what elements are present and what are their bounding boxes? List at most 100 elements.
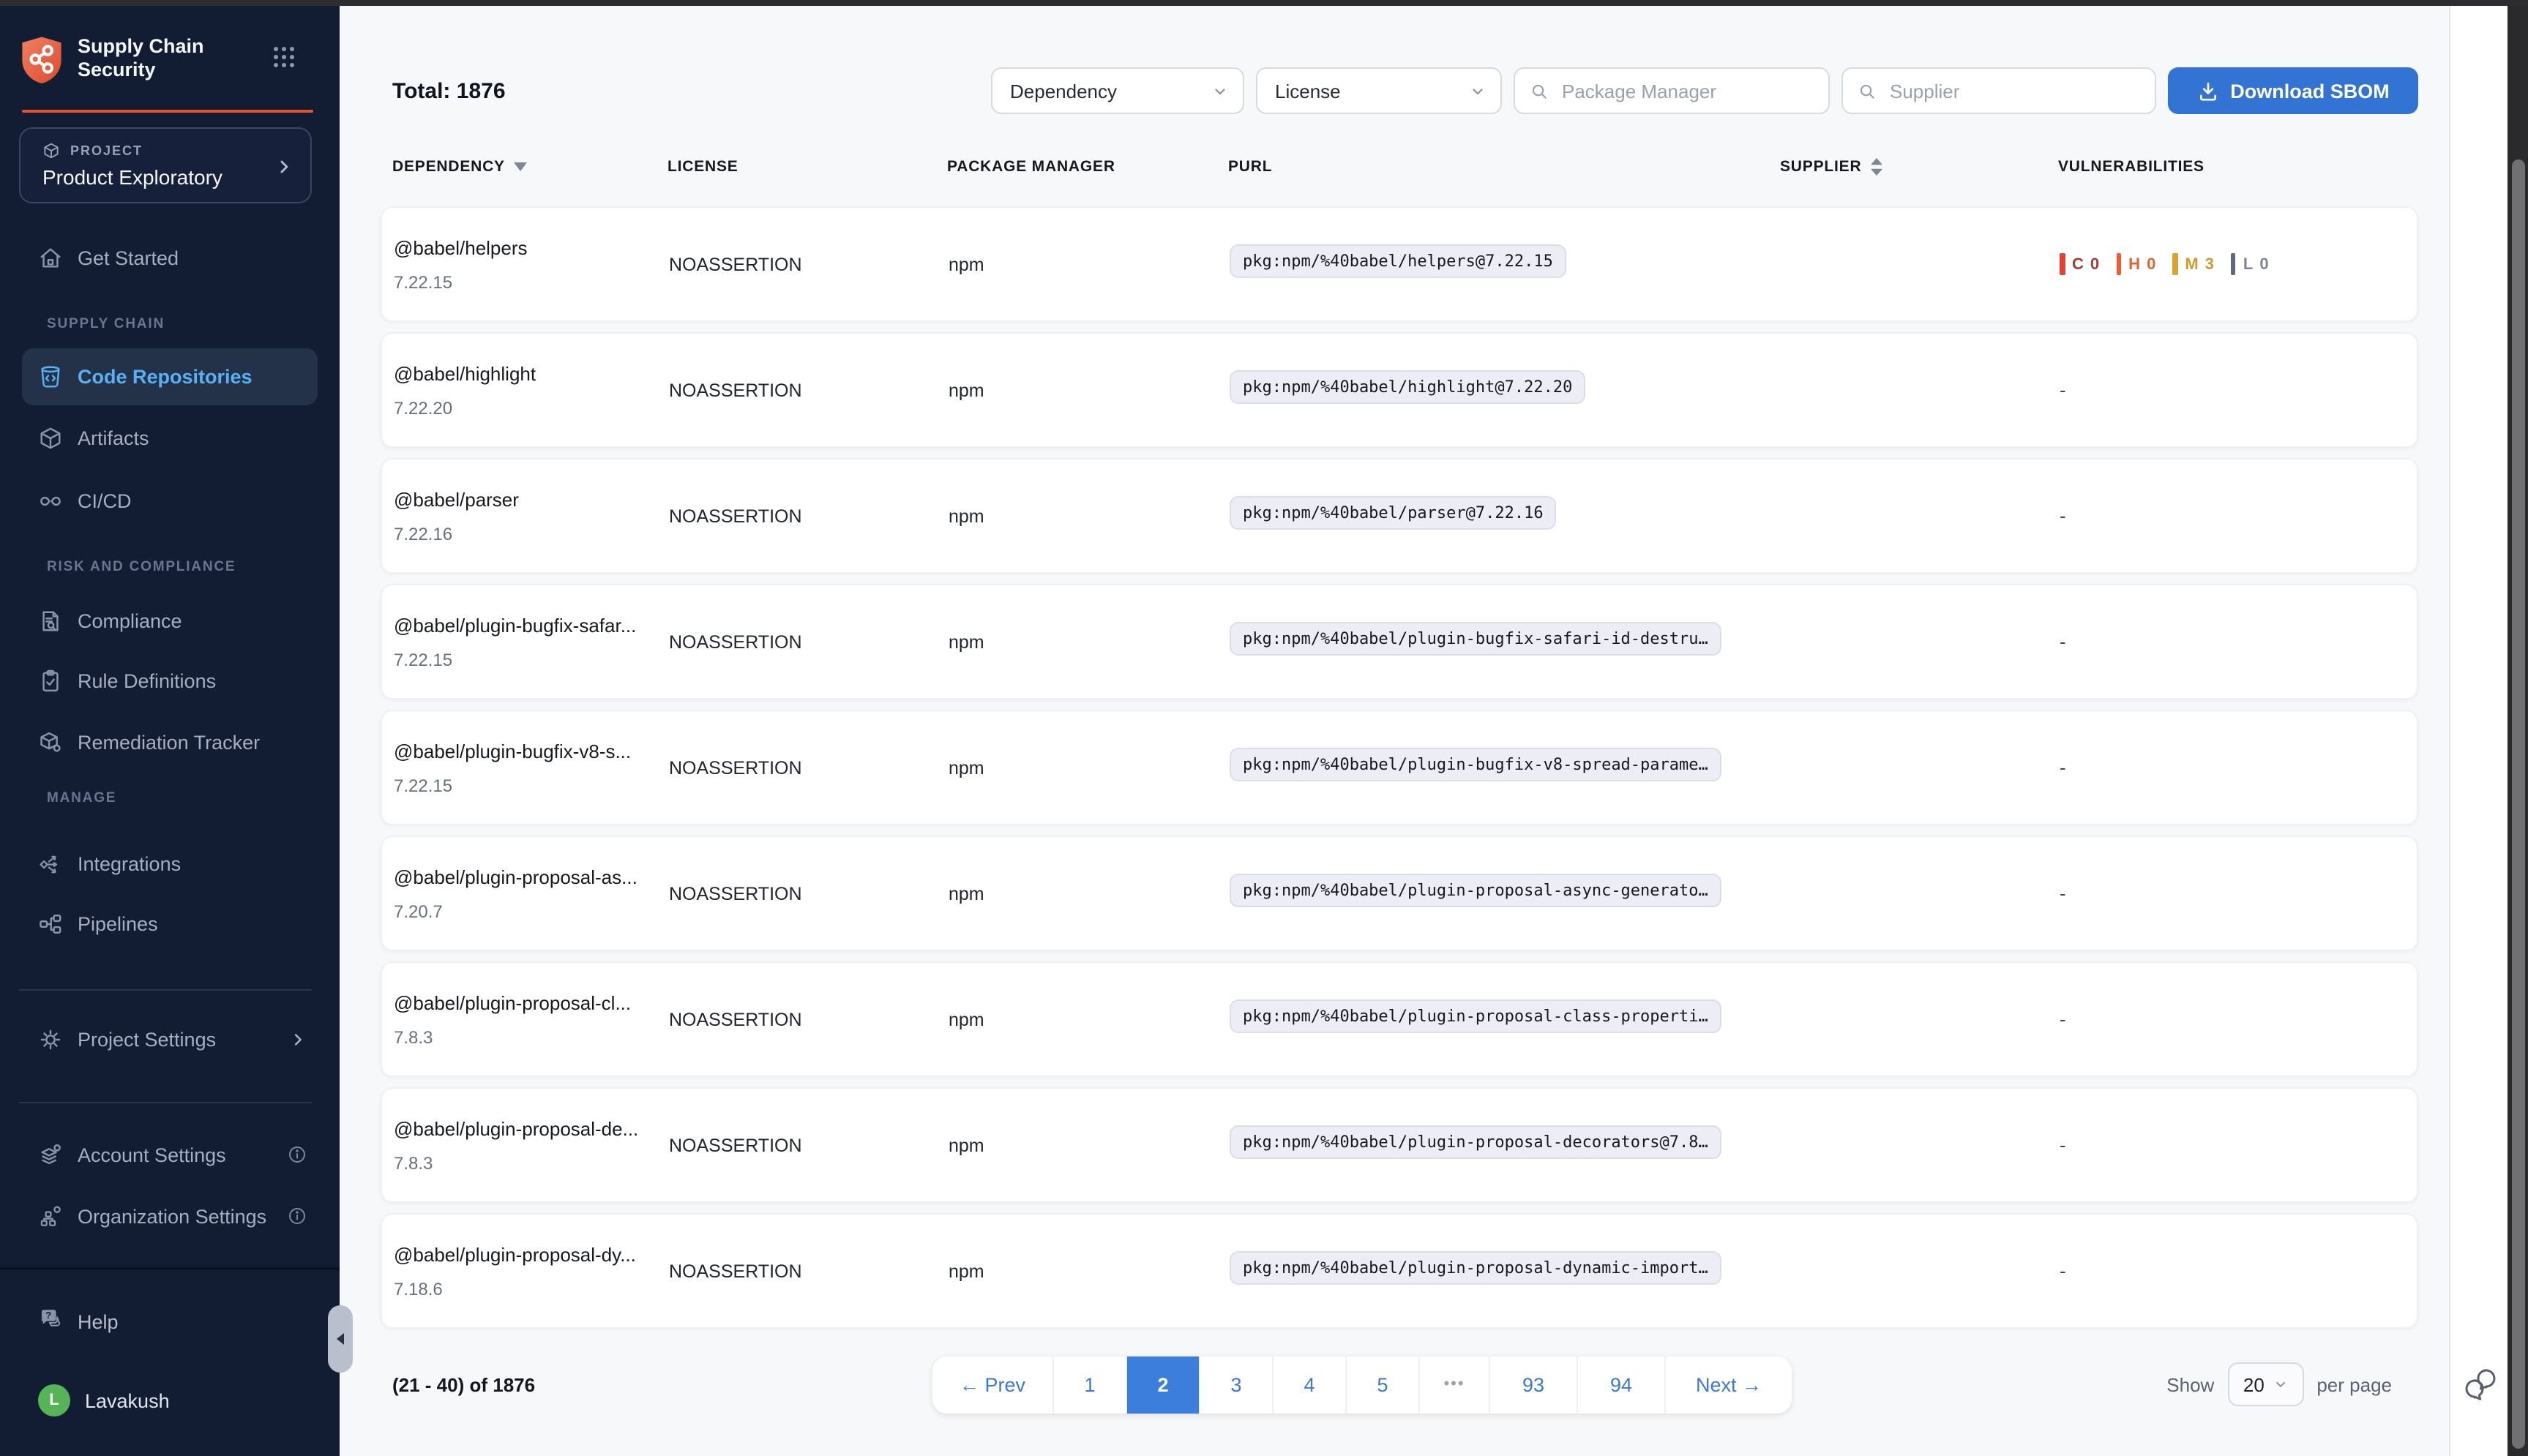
info-icon[interactable]	[287, 1144, 307, 1165]
project-selector[interactable]: PROJECT Product Exploratory	[19, 127, 312, 203]
sidebar-footer: ? Help L Lavakush	[0, 1267, 340, 1456]
column-header-package-manager: PACKAGE MANAGER	[947, 158, 1228, 176]
right-gutter	[2449, 6, 2508, 1456]
purl-chip: pkg:npm/%40babel/plugin-proposal-dynamic…	[1230, 1250, 1721, 1284]
license-value: NOASSERTION	[669, 631, 949, 652]
page-4-button[interactable]: 4	[1274, 1356, 1347, 1414]
vulnerabilities-cell: -	[2060, 880, 2417, 907]
project-box-icon	[42, 142, 60, 160]
table-row[interactable]: @babel/plugin-proposal-as... 7.20.7 NOAS…	[381, 836, 2418, 951]
page-93-button[interactable]: 93	[1490, 1356, 1578, 1414]
window-top-edge	[0, 0, 2528, 6]
chat-launcher-icon[interactable]	[2461, 1367, 2497, 1409]
page-3-button[interactable]: 3	[1200, 1356, 1274, 1414]
sidebar-item-artifacts[interactable]: Artifacts	[38, 417, 307, 458]
sidebar-item-project-settings[interactable]: Project Settings	[38, 1018, 307, 1059]
sidebar-item-cicd[interactable]: CI/CD	[38, 480, 307, 521]
sidebar-item-rule-definitions[interactable]: Rule Definitions	[38, 660, 307, 701]
org-chart-gear-icon	[38, 1204, 63, 1228]
chevron-down-icon	[1212, 83, 1228, 99]
table-row[interactable]: @babel/plugin-proposal-dy... 7.18.6 NOAS…	[381, 1213, 2418, 1329]
dependency-version: 7.20.7	[394, 901, 669, 921]
chevron-down-icon	[2273, 1377, 2288, 1392]
sidebar-item-get-started[interactable]: Get Started	[38, 237, 307, 278]
table-row[interactable]: @babel/helpers 7.22.15 NOASSERTION npm p…	[381, 206, 2418, 322]
vulnerabilities-empty: -	[2060, 378, 2066, 400]
chevron-down-icon	[1470, 83, 1486, 99]
package-manager-value: npm	[949, 883, 1230, 904]
column-header-supplier[interactable]: SUPPLIER	[1780, 158, 2058, 176]
sidebar-item-label: Integrations	[78, 852, 181, 874]
integrations-icon	[38, 851, 63, 876]
sidebar-item-remediation-tracker[interactable]: Remediation Tracker	[38, 721, 307, 762]
sort-desc-icon	[514, 162, 527, 171]
page-94-button[interactable]: 94	[1578, 1356, 1666, 1414]
high-bar	[2116, 253, 2121, 275]
info-icon[interactable]	[287, 1206, 307, 1226]
table-row[interactable]: @babel/highlight 7.22.20 NOASSERTION npm…	[381, 332, 2418, 448]
table-row[interactable]: @babel/plugin-bugfix-safar... 7.22.15 NO…	[381, 584, 2418, 699]
dependency-name: @babel/plugin-bugfix-safar...	[394, 614, 669, 636]
sidebar-item-pipelines[interactable]: Pipelines	[38, 903, 307, 944]
critical-bar	[2060, 253, 2065, 275]
sidebar-item-account-settings[interactable]: Account Settings	[38, 1134, 307, 1175]
dependency-filter-select[interactable]: Dependency	[991, 67, 1244, 114]
project-label: PROJECT	[70, 143, 143, 158]
sidebar-collapse-handle[interactable]	[328, 1305, 353, 1373]
sidebar-item-compliance[interactable]: Compliance	[38, 600, 307, 641]
sidebar-item-integrations[interactable]: Integrations	[38, 843, 307, 884]
page-5-button[interactable]: 5	[1347, 1356, 1420, 1414]
page-2-button[interactable]: 2	[1127, 1356, 1200, 1414]
table-row[interactable]: @babel/parser 7.22.16 NOASSERTION npm pk…	[381, 458, 2418, 574]
chevron-right-icon	[274, 157, 294, 177]
table-row[interactable]: @babel/plugin-bugfix-v8-s... 7.22.15 NOA…	[381, 710, 2418, 825]
scrollbar-thumb[interactable]	[2511, 160, 2524, 1449]
vulnerabilities-cell: -	[2060, 754, 2417, 781]
dependency-version: 7.8.3	[394, 1152, 669, 1173]
sidebar-item-code-repositories[interactable]: Code Repositories	[22, 348, 318, 405]
table-row[interactable]: @babel/plugin-proposal-cl... 7.8.3 NOASS…	[381, 961, 2418, 1077]
sidebar-item-organization-settings[interactable]: Organization Settings	[38, 1196, 307, 1237]
page-prev-button[interactable]: ← Prev	[932, 1356, 1054, 1414]
license-value: NOASSERTION	[669, 1009, 949, 1029]
vulnerabilities-empty: -	[2060, 630, 2066, 652]
avatar: L	[38, 1384, 70, 1416]
download-sbom-button[interactable]: Download SBOM	[2168, 67, 2418, 114]
column-header-license: LICENSE	[667, 158, 947, 176]
license-value: NOASSERTION	[669, 757, 949, 778]
dependency-filter-label: Dependency	[1010, 80, 1117, 102]
supplier-input[interactable]	[1887, 78, 2140, 103]
dependency-name: @babel/plugin-proposal-de...	[394, 1117, 669, 1139]
user-menu[interactable]: L Lavakush	[38, 1380, 170, 1421]
page-1-button[interactable]: 1	[1054, 1356, 1127, 1414]
download-sbom-label: Download SBOM	[2230, 80, 2390, 102]
sidebar-item-label: Help	[78, 1310, 119, 1332]
dependency-version: 7.22.15	[394, 271, 669, 292]
package-manager-input[interactable]	[1559, 78, 1814, 103]
project-name: Product Exploratory	[42, 165, 310, 189]
page-next-button[interactable]: Next →	[1666, 1356, 1792, 1414]
package-manager-value: npm	[949, 1009, 1230, 1029]
screen: Supply Chain Security PROJECT Product Ex…	[0, 0, 2528, 1456]
sidebar-item-label: Remediation Tracker	[78, 731, 260, 753]
apps-grid-icon[interactable]	[271, 44, 297, 70]
high-count: 0	[2147, 255, 2156, 273]
clipboard-check-icon	[38, 668, 63, 693]
sidebar-item-help[interactable]: ? Help	[38, 1301, 119, 1342]
medium-label: M	[2185, 255, 2199, 273]
sidebar: Supply Chain Security PROJECT Product Ex…	[0, 6, 340, 1456]
scrollbar[interactable]	[2508, 6, 2528, 1456]
table-row[interactable]: @babel/plugin-proposal-de... 7.8.3 NOASS…	[381, 1087, 2418, 1203]
license-filter-select[interactable]: License	[1256, 67, 1502, 114]
vulnerabilities-empty: -	[2060, 756, 2066, 778]
column-header-dependency[interactable]: DEPENDENCY	[392, 158, 667, 176]
page-size-select[interactable]: 20	[2227, 1362, 2303, 1406]
purl-chip: pkg:npm/%40babel/helpers@7.22.15	[1230, 244, 1566, 277]
brand-shield-icon	[19, 35, 64, 85]
purl-chip: pkg:npm/%40babel/highlight@7.22.20	[1230, 369, 1585, 403]
document-search-icon	[38, 608, 63, 633]
sidebar-item-label: Project Settings	[78, 1028, 216, 1050]
pagination: ← Prev12345•••9394Next →	[932, 1356, 1792, 1414]
page-dots-button[interactable]: •••	[1420, 1356, 1490, 1414]
vulnerabilities-empty: -	[2060, 1133, 2066, 1155]
